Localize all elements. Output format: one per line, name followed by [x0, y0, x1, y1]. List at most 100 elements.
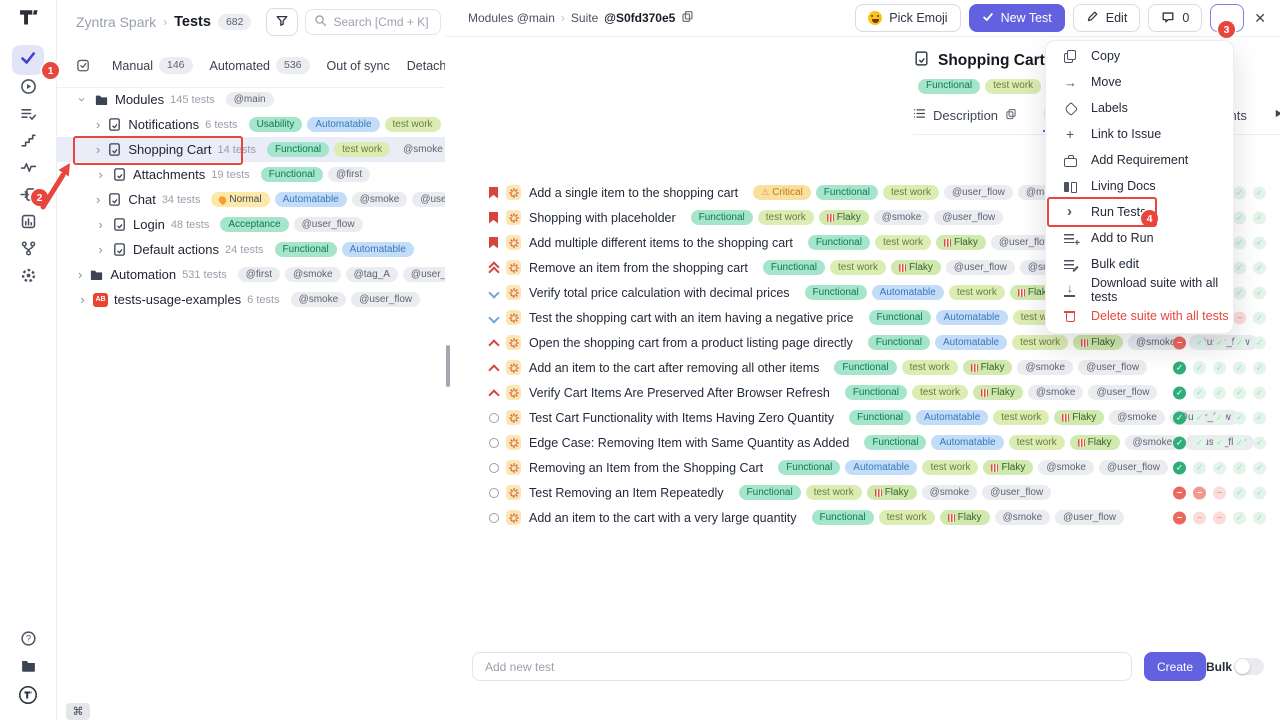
chevron-right-icon[interactable]: ›: [96, 143, 100, 156]
chevron-right-icon[interactable]: ›: [96, 243, 105, 256]
sidebar-item-reports[interactable]: [13, 211, 43, 237]
suite-name[interactable]: Modules: [115, 92, 164, 107]
tree-suite-row[interactable]: › AB Shopping Cart 14 tests ⚠ Functional: [56, 137, 445, 162]
run-result-dot: [1253, 486, 1266, 499]
chevron-right-icon[interactable]: ›: [78, 268, 82, 281]
copy-icon[interactable]: [1005, 108, 1017, 123]
test-title[interactable]: Add an item to the cart with a very larg…: [529, 511, 797, 525]
tab-runs[interactable]: Runs: [1273, 107, 1280, 131]
tree-suite-row[interactable]: › AB Chat 34 tests ⚠ Normal: [56, 187, 445, 212]
test-title[interactable]: Test Removing an Item Repeatedly: [529, 486, 724, 500]
test-title[interactable]: Test the shopping cart with an item havi…: [529, 311, 854, 325]
menu-item[interactable]: Delete suite with all tests: [1046, 303, 1233, 329]
breadcrumb-parent[interactable]: Modules @main: [468, 11, 555, 25]
sidebar-item-settings[interactable]: [13, 265, 43, 291]
test-title[interactable]: Edge Case: Removing Item with Same Quant…: [529, 436, 849, 450]
test-row[interactable]: Edge Case: Removing Item with Same Quant…: [445, 430, 1280, 455]
menu-item[interactable]: Add Requirement: [1046, 147, 1233, 173]
test-title[interactable]: Verify total price calculation with deci…: [529, 286, 790, 300]
filter-button[interactable]: [266, 8, 298, 36]
filter-tab[interactable]: Manual 146: [112, 57, 193, 74]
bulk-toggle[interactable]: [1234, 658, 1264, 675]
chevron-right-icon[interactable]: ›: [96, 168, 105, 181]
pick-emoji-button[interactable]: Pick Emoji: [855, 4, 960, 32]
test-title[interactable]: Test Cart Functionality with Items Havin…: [529, 411, 834, 425]
menu-item[interactable]: Link to Issue: [1046, 121, 1233, 147]
test-row[interactable]: Test Removing an Item Repeatedly ⚠ Funct…: [445, 480, 1280, 505]
menu-item[interactable]: Move: [1046, 69, 1233, 95]
filter-tab[interactable]: Automated 536: [210, 57, 310, 74]
filter-tab[interactable]: Out of sync: [327, 59, 390, 73]
sidebar-item-activity[interactable]: [13, 157, 43, 183]
tree-suite-row[interactable]: › AB Automation 531 tests ⚠ @first: [56, 262, 445, 287]
tree-suite-row[interactable]: › AB Notifications 6 tests ⚠ Usability: [56, 112, 445, 137]
test-row[interactable]: Removing an Item from the Shopping Cart …: [445, 455, 1280, 480]
chevron-right-icon[interactable]: ›: [96, 118, 100, 131]
workspace-avatar[interactable]: [13, 684, 43, 710]
sidebar-item-projects[interactable]: [13, 655, 43, 681]
tree-suite-row[interactable]: › AB tests-usage-examples 6 tests ⚠ @smo…: [56, 287, 445, 312]
chevron-right-icon[interactable]: ›: [76, 95, 89, 104]
copy-icon[interactable]: [681, 10, 694, 26]
test-title[interactable]: Verify Cart Items Are Preserved After Br…: [529, 386, 830, 400]
tree-suite-row[interactable]: › AB Login 48 tests ⚠ Acceptance: [56, 212, 445, 237]
test-title[interactable]: Remove an item from the shopping cart: [529, 261, 748, 275]
close-suite-button[interactable]: ✕: [1254, 10, 1266, 27]
run-result-dot: [1233, 261, 1246, 274]
sidebar-item-tests[interactable]: [12, 45, 44, 75]
scrollbar-thumb[interactable]: [446, 345, 450, 387]
test-title[interactable]: Shopping with placeholder: [529, 211, 676, 225]
suite-name[interactable]: Notifications: [128, 117, 199, 132]
test-title[interactable]: Open the shopping cart from a product li…: [529, 336, 853, 350]
test-row[interactable]: Verify Cart Items Are Preserved After Br…: [445, 380, 1280, 405]
chevron-right-icon[interactable]: ›: [78, 293, 87, 306]
test-row[interactable]: Add an item to the cart after removing a…: [445, 355, 1280, 380]
sidebar-item-runs[interactable]: [13, 76, 43, 102]
test-row[interactable]: Add an item to the cart with a very larg…: [445, 505, 1280, 530]
menu-item[interactable]: Living Docs: [1046, 173, 1233, 199]
edit-button[interactable]: Edit: [1073, 4, 1141, 32]
chevron-right-icon[interactable]: ›: [96, 218, 105, 231]
new-test-button[interactable]: New Test: [969, 4, 1065, 32]
menu-item[interactable]: Bulk edit: [1046, 251, 1233, 277]
sidebar-item-plans[interactable]: [13, 103, 43, 129]
menu-item[interactable]: Labels: [1046, 95, 1233, 121]
sidebar-item-traceability[interactable]: [13, 238, 43, 264]
test-title[interactable]: Removing an Item from the Shopping Cart: [529, 461, 763, 475]
app-logo-icon[interactable]: [13, 4, 43, 30]
suite-name[interactable]: tests-usage-examples: [114, 292, 241, 307]
suite-name[interactable]: Automation: [110, 267, 176, 282]
command-key-badge: ⌘: [66, 703, 90, 720]
add-test-input[interactable]: [472, 652, 1132, 681]
chevron-right-icon[interactable]: ›: [96, 193, 100, 206]
menu-item[interactable]: Add to Run: [1046, 225, 1233, 251]
suite-name[interactable]: Login: [133, 217, 165, 232]
tree-suite-row[interactable]: › AB Modules 145 tests ⚠ @main: [56, 87, 445, 112]
menu-item[interactable]: Download suite with all tests: [1046, 277, 1233, 303]
create-button[interactable]: Create: [1144, 652, 1206, 681]
test-title[interactable]: Add a single item to the shopping cart: [529, 186, 738, 200]
badge-label: Flaky: [885, 488, 909, 498]
suite-name[interactable]: Chat: [128, 192, 155, 207]
test-title[interactable]: Add an item to the cart after removing a…: [529, 361, 819, 375]
tree-suite-row[interactable]: › AB Attachments 19 tests ⚠ Functional: [56, 162, 445, 187]
search-input[interactable]: Search [Cmd + K]: [305, 9, 441, 35]
breadcrumb-project[interactable]: Zyntra Spark: [76, 14, 156, 30]
test-title[interactable]: Add multiple different items to the shop…: [529, 236, 793, 250]
sidebar-item-help[interactable]: ?: [13, 628, 43, 654]
select-all-icon[interactable]: [76, 58, 91, 73]
sidebar-item-milestones[interactable]: [13, 130, 43, 156]
menu-item[interactable]: Copy: [1046, 43, 1233, 69]
popcorn-icon: [1081, 339, 1088, 347]
menu-item[interactable]: Run Tests: [1046, 199, 1233, 225]
tree-suite-row[interactable]: › AB Default actions 24 tests ⚠ Function…: [56, 237, 445, 262]
menu-item-icon: [1063, 75, 1078, 90]
comments-button[interactable]: 0: [1148, 4, 1202, 32]
suite-test-count: 145 tests: [170, 94, 215, 106]
suite-name[interactable]: Default actions: [133, 242, 219, 257]
test-row[interactable]: Test Cart Functionality with Items Havin…: [445, 405, 1280, 430]
suite-name[interactable]: Shopping Cart: [128, 142, 211, 157]
filter-tab[interactable]: Detached: [407, 59, 445, 73]
suite-name[interactable]: Attachments: [133, 167, 205, 182]
tab-description[interactable]: Description: [913, 107, 1017, 132]
